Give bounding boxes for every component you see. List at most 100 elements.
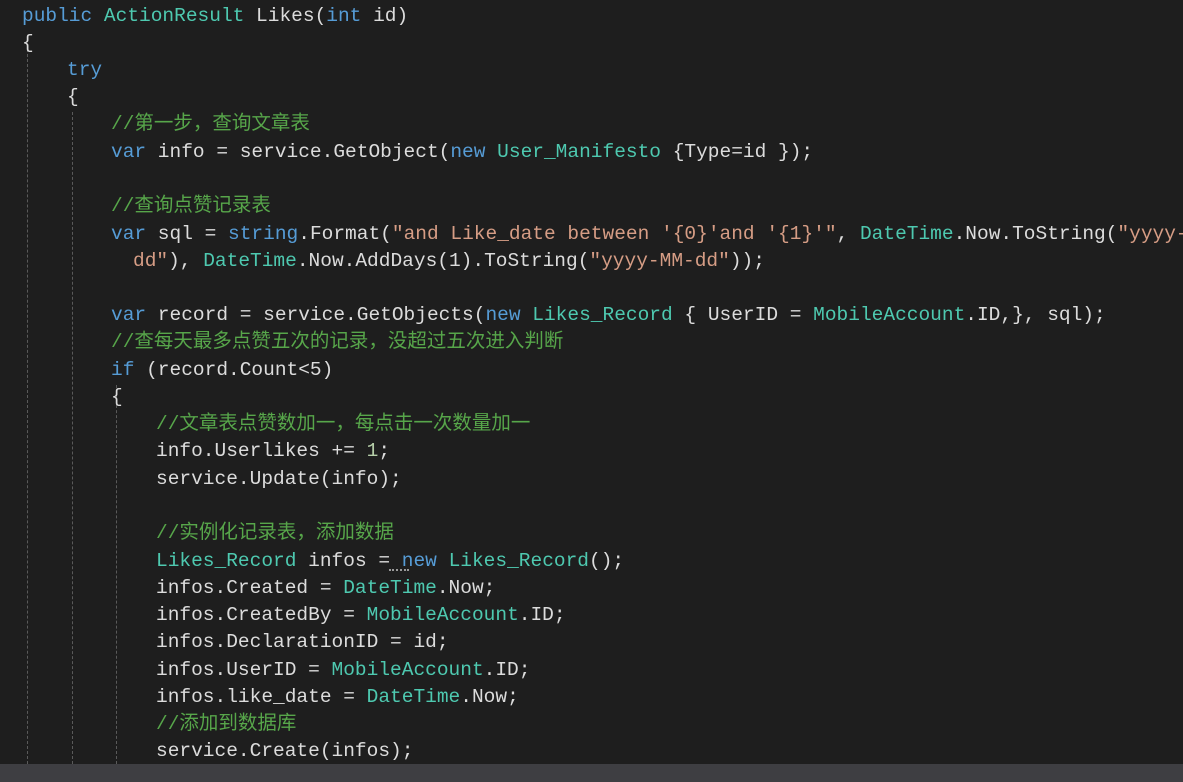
code-token: { UserID =: [672, 304, 814, 326]
code-line[interactable]: dd"), DateTime.Now.AddDays(1).ToString("…: [133, 248, 765, 275]
code-line[interactable]: //文章表点赞数加一，每点击一次数量加一: [156, 411, 530, 438]
code-token: //查询点赞记录表: [111, 195, 271, 217]
code-token: infos.DeclarationID = id;: [156, 631, 449, 653]
code-token: .Now;: [460, 686, 519, 708]
code-line[interactable]: if (record.Count<5): [111, 357, 333, 384]
code-token: User_Manifesto: [497, 141, 661, 163]
code-token: ));: [729, 250, 765, 272]
code-token: .ID;: [483, 659, 531, 681]
code-token: service.Create(infos);: [156, 740, 414, 762]
code-token: .Now.AddDays(1).ToString(: [296, 250, 590, 272]
code-line[interactable]: //实例化记录表，添加数据: [156, 520, 394, 547]
suggestion-dots[interactable]: [389, 566, 409, 571]
code-token: .Format(: [298, 223, 392, 245]
code-token: DateTime: [859, 223, 954, 245]
code-token: ,: [836, 223, 860, 245]
code-token: Likes_Record: [156, 550, 297, 572]
code-token: 1: [366, 440, 379, 462]
code-line[interactable]: infos.DeclarationID = id;: [156, 629, 449, 656]
code-token: var: [111, 304, 147, 326]
code-line[interactable]: public ActionResult Likes(int id): [22, 3, 408, 30]
code-token: DateTime: [366, 686, 461, 708]
code-token: "yyyy-MM-dd": [589, 250, 730, 272]
code-token: infos.Created =: [156, 577, 344, 599]
code-line[interactable]: {: [111, 384, 123, 411]
code-line[interactable]: infos.UserID = MobileAccount.ID;: [156, 657, 530, 684]
horizontal-scrollbar-thumb[interactable]: [0, 768, 1183, 778]
code-token: //添加到数据库: [156, 713, 297, 735]
code-token: ),: [168, 250, 204, 272]
code-token: try: [67, 59, 103, 81]
indent-guide-try: [72, 112, 73, 764]
code-token: infos.CreatedBy =: [156, 604, 367, 626]
code-token: var: [111, 141, 147, 163]
code-line[interactable]: {: [22, 30, 34, 57]
code-token: {: [111, 386, 123, 408]
code-token: Likes(: [244, 5, 327, 27]
code-line[interactable]: //第一步，查询文章表: [111, 111, 310, 138]
code-editor[interactable]: public ActionResult Likes(int id){try{//…: [0, 0, 1183, 764]
code-line[interactable]: infos.like_date = DateTime.Now;: [156, 684, 519, 711]
code-line[interactable]: var sql = string.Format("and Like_date b…: [111, 221, 1183, 248]
code-token: infos.UserID =: [156, 659, 332, 681]
code-token: {: [67, 86, 79, 108]
code-token: string: [228, 223, 299, 245]
code-token: sql =: [146, 223, 229, 245]
code-token: {: [22, 32, 34, 54]
code-token: (record.Count<5): [134, 359, 334, 381]
horizontal-scrollbar[interactable]: [0, 764, 1183, 782]
code-line[interactable]: //查每天最多点赞五次的记录，没超过五次进入判断: [111, 329, 563, 356]
code-line[interactable]: infos.Created = DateTime.Now;: [156, 575, 495, 602]
code-token: MobileAccount: [813, 304, 966, 326]
code-line[interactable]: service.Update(info);: [156, 466, 402, 493]
code-line[interactable]: service.Create(infos);: [156, 738, 413, 764]
code-token: new: [450, 141, 486, 163]
code-token: .Now.ToString(: [953, 223, 1118, 245]
code-token: id): [361, 5, 409, 27]
code-token: //第一步，查询文章表: [111, 113, 310, 135]
code-token: "and Like_date between '{0}'and '{1}'": [391, 223, 837, 245]
code-token: .ID;: [518, 604, 566, 626]
code-token: ;: [378, 440, 391, 462]
code-token: dd": [133, 250, 169, 272]
code-token: Likes_Record: [532, 304, 673, 326]
code-line[interactable]: try: [67, 57, 102, 84]
code-token: DateTime: [343, 577, 437, 599]
code-token: MobileAccount: [331, 659, 484, 681]
code-token: //查每天最多点赞五次的记录，没超过五次进入判断: [111, 331, 564, 353]
code-token: //文章表点赞数加一，每点击一次数量加一: [156, 413, 531, 435]
code-token: infos =: [296, 550, 402, 572]
code-token: ();: [589, 550, 625, 572]
code-line[interactable]: var record = service.GetObjects(new Like…: [111, 302, 1106, 329]
code-token: ActionResult: [103, 5, 245, 27]
code-token: var: [111, 223, 147, 245]
code-token: record = service.GetObjects(: [146, 304, 486, 326]
code-token: Likes_Record: [448, 550, 590, 572]
code-token: DateTime: [203, 250, 297, 272]
code-token: {Type=id });: [661, 141, 814, 163]
code-token: MobileAccount: [366, 604, 519, 626]
code-line[interactable]: info.Userlikes += 1;: [156, 438, 390, 465]
code-token: .Now;: [436, 577, 496, 599]
indent-guide-method: [27, 44, 28, 764]
code-token: "yyyy-MM-: [1117, 223, 1183, 245]
code-token: //实例化记录表，添加数据: [156, 522, 394, 544]
code-token: .ID,}, sql);: [965, 304, 1106, 326]
code-line[interactable]: var info = service.GetObject(new User_Ma…: [111, 139, 813, 166]
code-line[interactable]: infos.CreatedBy = MobileAccount.ID;: [156, 602, 566, 629]
code-token: int: [326, 5, 362, 27]
code-token: info.Userlikes +=: [156, 440, 367, 462]
code-token: if: [111, 359, 135, 381]
code-token: service.Update(info);: [156, 468, 402, 490]
code-line[interactable]: //添加到数据库: [156, 711, 296, 738]
code-token: info = service.GetObject(: [146, 141, 451, 163]
code-token: public: [22, 5, 104, 27]
code-line[interactable]: {: [67, 84, 79, 111]
code-token: infos.like_date =: [156, 686, 367, 708]
indent-guide-if: [116, 385, 117, 764]
code-line[interactable]: //查询点赞记录表: [111, 193, 271, 220]
code-token: new: [485, 304, 521, 326]
